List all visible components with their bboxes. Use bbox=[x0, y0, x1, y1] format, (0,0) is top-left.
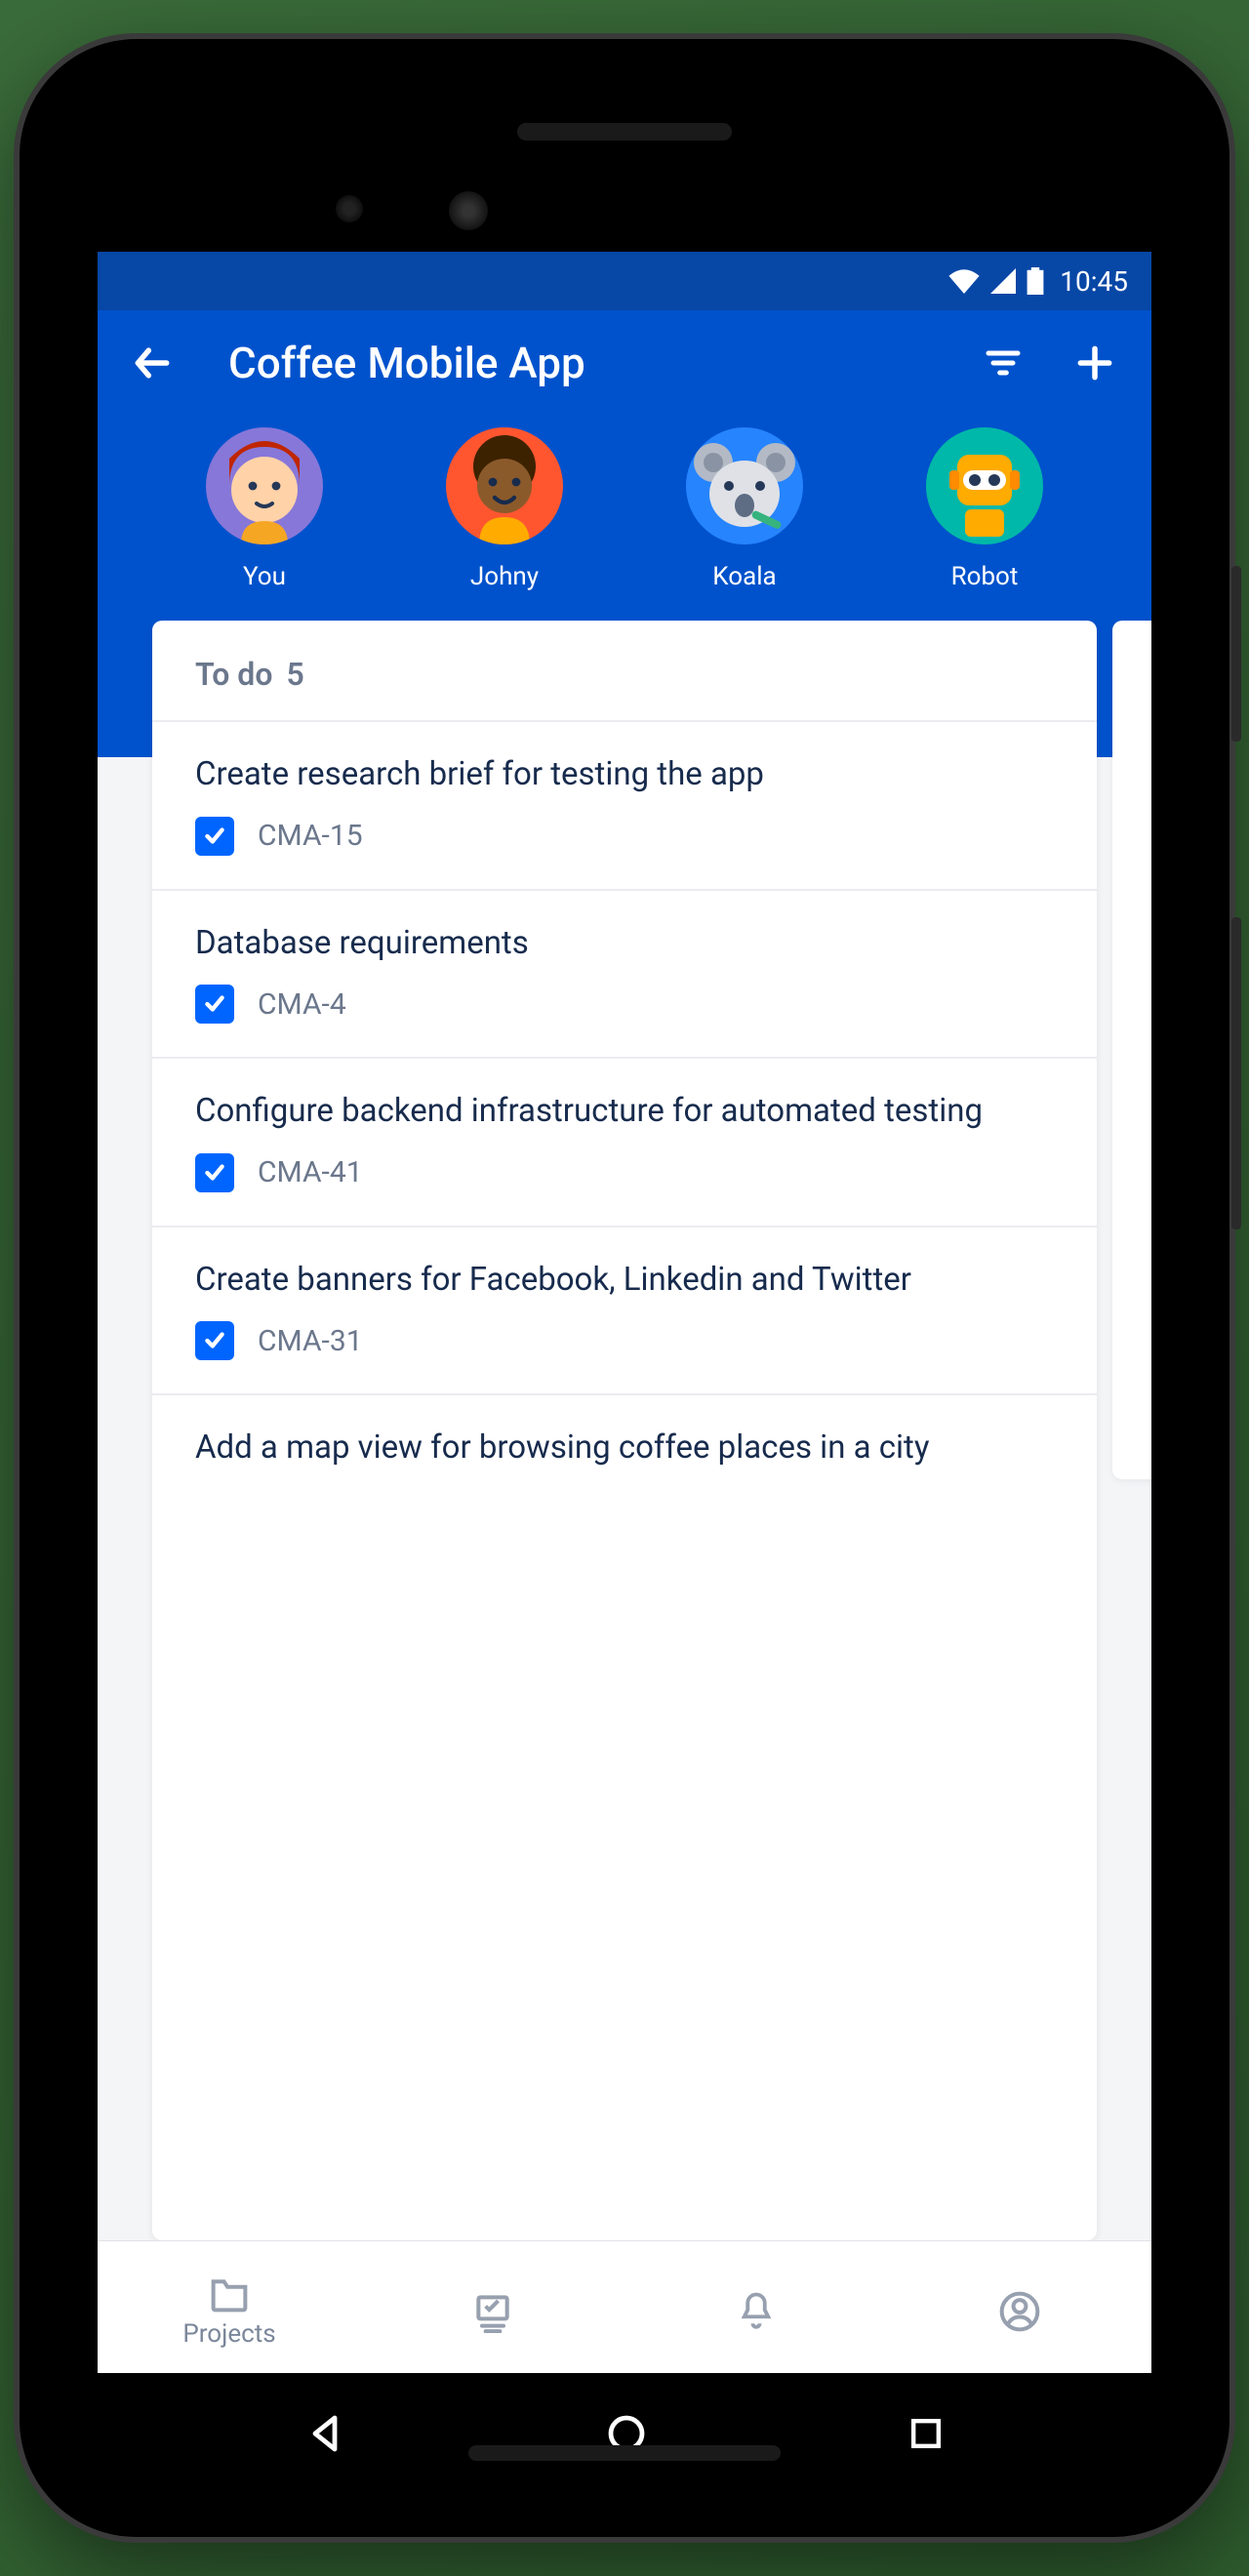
card-title: Add a map view for browsing coffee place… bbox=[195, 1427, 1054, 1470]
avatar-robot[interactable]: Robot bbox=[926, 427, 1043, 591]
card-item[interactable]: Database requirements CMA-4 bbox=[152, 889, 1097, 1058]
bell-icon bbox=[736, 2289, 777, 2334]
android-back-icon[interactable] bbox=[302, 2410, 348, 2457]
next-column-peek[interactable] bbox=[1112, 621, 1151, 1479]
card-item[interactable]: Configure backend infrastructure for aut… bbox=[152, 1057, 1097, 1226]
phone-speaker-bottom bbox=[468, 2445, 781, 2461]
card-item[interactable]: Create banners for Facebook, Linkedin an… bbox=[152, 1226, 1097, 1394]
folder-icon bbox=[208, 2274, 251, 2314]
phone-speaker bbox=[517, 123, 732, 141]
phone-side-button bbox=[1231, 917, 1241, 1229]
card-title: Database requirements bbox=[195, 922, 1054, 966]
wifi-icon bbox=[948, 268, 980, 294]
phone-camera bbox=[336, 195, 363, 222]
avatar-image bbox=[206, 427, 323, 544]
android-recents-icon[interactable] bbox=[905, 2412, 947, 2455]
card-title: Configure backend infrastructure for aut… bbox=[195, 1090, 1054, 1134]
task-type-icon bbox=[195, 985, 234, 1024]
card-item[interactable]: Create research brief for testing the ap… bbox=[152, 720, 1097, 889]
card-key: CMA-4 bbox=[258, 987, 346, 1022]
card-meta: CMA-31 bbox=[195, 1321, 1054, 1360]
avatar-image bbox=[446, 427, 563, 544]
person-icon bbox=[446, 427, 563, 544]
column-header: To do 5 bbox=[152, 621, 1097, 720]
avatar-label: Koala bbox=[712, 562, 776, 591]
avatar-label: Johny bbox=[470, 562, 539, 591]
card-key: CMA-31 bbox=[258, 1324, 363, 1358]
board-icon bbox=[471, 2290, 514, 2333]
status-time: 10:45 bbox=[1060, 265, 1128, 298]
page-title: Coffee Mobile App bbox=[199, 338, 937, 388]
title-bar: Coffee Mobile App bbox=[98, 310, 1151, 412]
android-nav-bar bbox=[47, 2385, 1202, 2482]
battery-icon bbox=[1027, 267, 1044, 295]
tab-profile[interactable] bbox=[888, 2290, 1151, 2333]
task-type-icon bbox=[195, 1321, 234, 1360]
column-name: To do bbox=[195, 656, 272, 693]
column-todo: To do 5 Create research brief for testin… bbox=[152, 621, 1097, 2240]
avatar-image bbox=[686, 427, 803, 544]
profile-icon bbox=[998, 2290, 1041, 2333]
card-meta: CMA-41 bbox=[195, 1153, 1054, 1192]
task-type-icon bbox=[195, 1153, 234, 1192]
app-screen: 10:45 Coffee Mobile App bbox=[98, 252, 1151, 2373]
tab-projects[interactable]: Projects bbox=[98, 2274, 361, 2349]
tab-label: Projects bbox=[182, 2319, 275, 2349]
card-key: CMA-41 bbox=[258, 1155, 363, 1189]
avatar-johny[interactable]: Johny bbox=[446, 427, 563, 591]
status-bar: 10:45 bbox=[98, 252, 1151, 310]
avatar-image bbox=[926, 427, 1043, 544]
robot-icon bbox=[926, 427, 1043, 544]
card-title: Create banners for Facebook, Linkedin an… bbox=[195, 1259, 1054, 1303]
signal-icon bbox=[989, 268, 1017, 294]
card-meta: CMA-4 bbox=[195, 985, 1054, 1024]
avatar-label: You bbox=[243, 562, 286, 591]
card-meta: CMA-15 bbox=[195, 817, 1054, 856]
column-count: 5 bbox=[286, 656, 303, 693]
avatar-label: Robot bbox=[951, 562, 1019, 591]
phone-body: 10:45 Coffee Mobile App bbox=[47, 66, 1202, 2510]
tab-bar: Projects bbox=[98, 2240, 1151, 2373]
task-type-icon bbox=[195, 817, 234, 856]
phone-frame: 10:45 Coffee Mobile App bbox=[20, 39, 1229, 2537]
plus-icon bbox=[1073, 342, 1116, 384]
avatar-you[interactable]: You bbox=[206, 427, 323, 591]
card-item[interactable]: Add a map view for browsing coffee place… bbox=[152, 1393, 1097, 1523]
tab-notifications[interactable] bbox=[624, 2289, 888, 2334]
filter-button[interactable] bbox=[978, 338, 1028, 388]
phone-camera bbox=[449, 191, 488, 230]
koala-icon bbox=[686, 427, 803, 544]
filter-icon bbox=[984, 343, 1023, 382]
tab-boards[interactable] bbox=[361, 2290, 624, 2333]
avatar-koala[interactable]: Koala bbox=[686, 427, 803, 591]
phone-side-button bbox=[1231, 566, 1241, 742]
add-button[interactable] bbox=[1069, 338, 1120, 388]
card-key: CMA-15 bbox=[258, 819, 363, 853]
person-icon bbox=[206, 427, 323, 544]
avatar-row: You Johny bbox=[98, 412, 1151, 591]
card-list: Create research brief for testing the ap… bbox=[152, 720, 1097, 1523]
board[interactable]: To do 5 Create research brief for testin… bbox=[98, 621, 1151, 2240]
back-button[interactable] bbox=[129, 340, 176, 386]
arrow-left-icon bbox=[131, 342, 174, 384]
card-title: Create research brief for testing the ap… bbox=[195, 753, 1054, 797]
